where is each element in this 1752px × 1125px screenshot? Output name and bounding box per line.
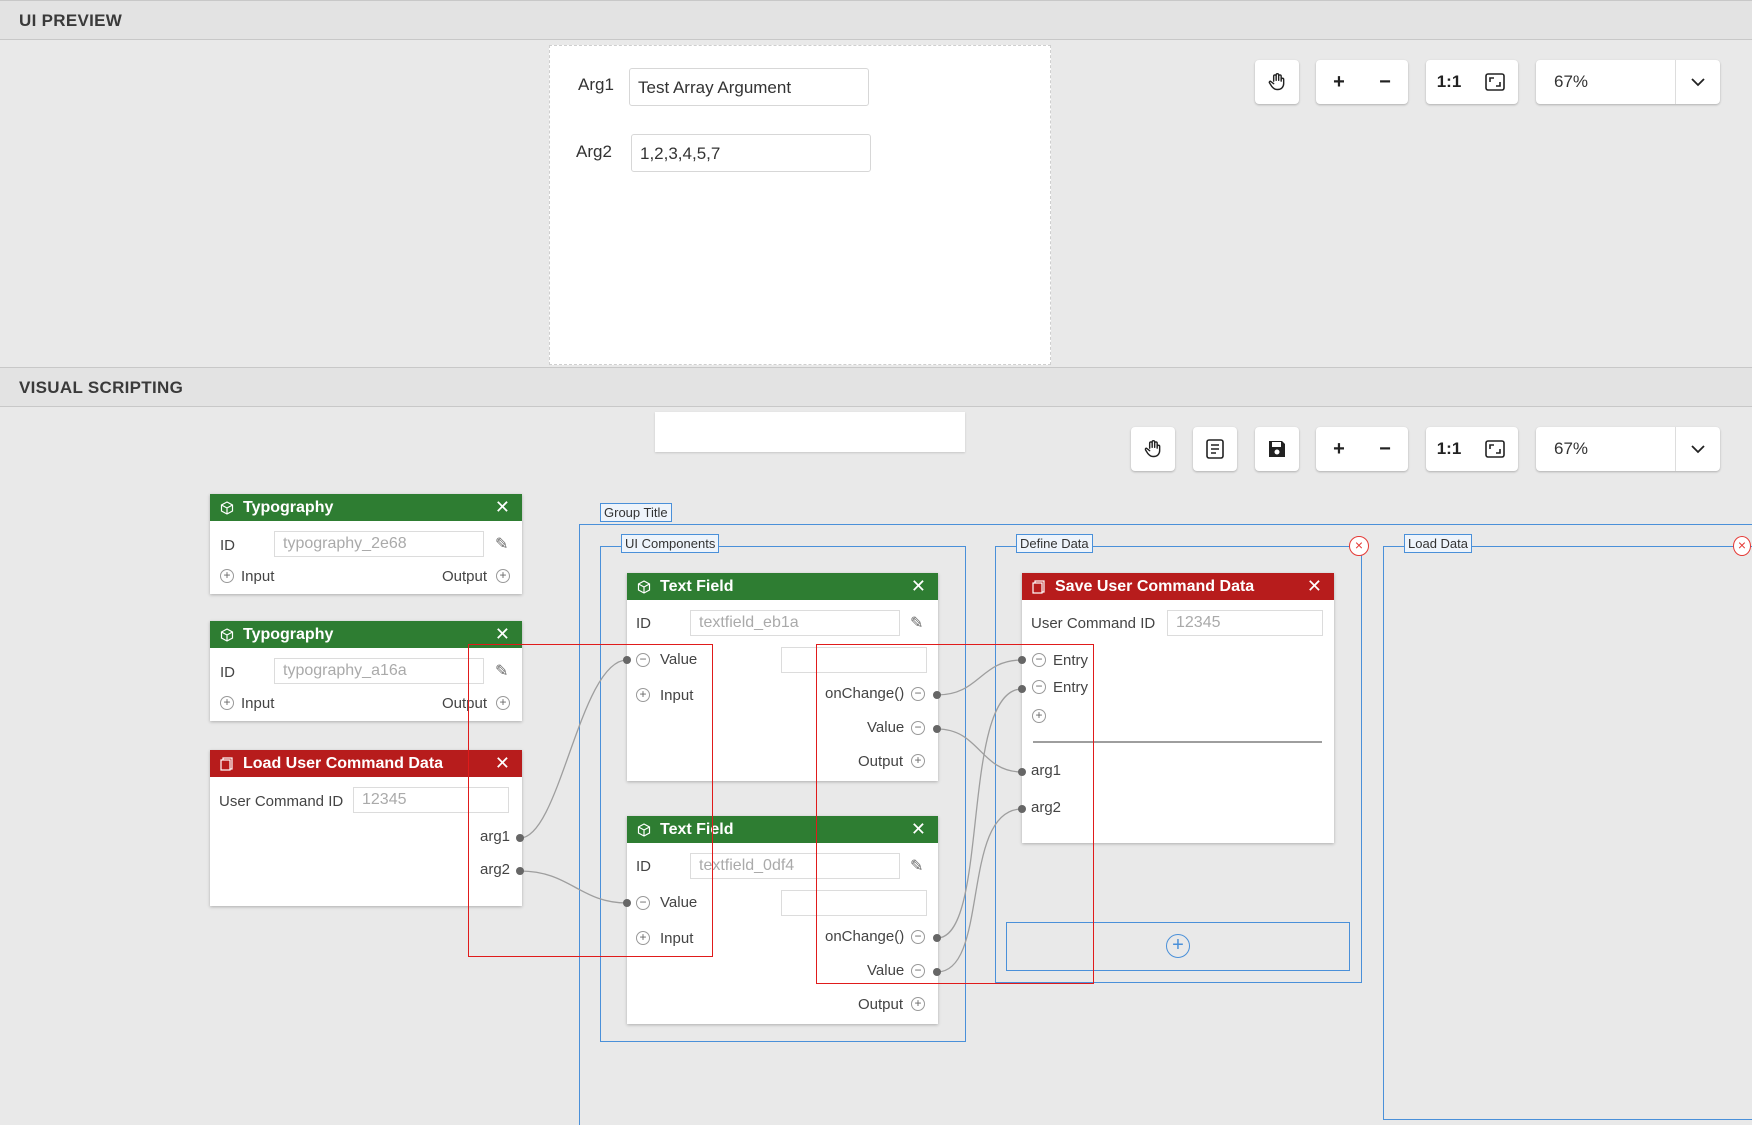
zoom-value: 67% <box>1554 439 1589 458</box>
id-label: ID <box>636 615 651 632</box>
zoom-out-button[interactable]: − <box>1362 427 1408 471</box>
text-field-node-header[interactable]: Text Field ✕ <box>627 573 938 600</box>
save-button[interactable] <box>1255 427 1299 471</box>
zoom-value: 67% <box>1554 72 1589 91</box>
preview-zoom-select[interactable]: 67% <box>1536 60 1720 104</box>
load-data-group[interactable] <box>1383 546 1752 1120</box>
preview-canvas: Arg1 Test Array Argument Arg2 1,2,3,4,5,… <box>549 45 1051 365</box>
hand-icon <box>1268 73 1285 91</box>
preview-view-buttons: 1:1 <box>1426 60 1518 104</box>
node-title: Typography <box>243 625 334 643</box>
group-title-tag[interactable]: Group Title <box>600 503 672 522</box>
ui-preview-title: UI PREVIEW <box>19 11 123 30</box>
fit-screen-icon <box>1485 440 1505 458</box>
id-label: ID <box>220 537 235 554</box>
close-icon[interactable]: ✕ <box>1307 576 1322 597</box>
highlight-box-left <box>468 644 713 957</box>
id-field[interactable]: textfield_eb1a <box>690 610 900 636</box>
cube-icon <box>637 579 651 594</box>
reset-zoom-button[interactable]: 1:1 <box>1426 427 1472 471</box>
add-plus-icon: + <box>1166 934 1190 958</box>
user-command-id-field[interactable]: 12345 <box>1167 610 1323 636</box>
node-palette[interactable] <box>655 412 965 452</box>
arg1-input[interactable]: Test Array Argument <box>629 68 869 106</box>
visual-scripting-title: VISUAL SCRIPTING <box>19 378 184 397</box>
scripting-zoom-select[interactable]: 67% <box>1536 427 1720 471</box>
save-node-header[interactable]: Save User Command Data ✕ <box>1022 573 1334 600</box>
typography-node-1[interactable]: Typography ✕ ID typography_2e68 ✎ + Inpu… <box>210 494 522 594</box>
id-field[interactable]: typography_a16a <box>274 658 484 684</box>
document-icon <box>1206 439 1224 459</box>
document-stack-icon <box>220 756 233 771</box>
cube-icon <box>220 500 234 515</box>
close-load-data-icon[interactable]: × <box>1733 536 1751 556</box>
input-plus-icon[interactable]: + <box>220 696 234 710</box>
typography-node-header[interactable]: Typography ✕ <box>210 494 522 521</box>
node-title: Load User Command Data <box>243 754 444 772</box>
zoom-out-button[interactable]: − <box>1362 60 1408 104</box>
close-icon[interactable]: ✕ <box>495 624 510 645</box>
input-port-label: Input <box>241 568 275 585</box>
output-port-label: Output <box>442 568 488 585</box>
arg2-label: Arg2 <box>576 142 612 161</box>
node-title: Text Field <box>660 577 734 595</box>
node-title: Typography <box>243 498 334 516</box>
save-icon <box>1269 441 1285 457</box>
pan-button[interactable] <box>1255 60 1299 104</box>
zoom-in-button[interactable]: + <box>1316 427 1362 471</box>
pencil-icon[interactable]: ✎ <box>910 613 923 633</box>
id-label: ID <box>220 664 235 681</box>
pan-button[interactable] <box>1131 427 1175 471</box>
chevron-down-icon[interactable] <box>1675 60 1720 104</box>
document-button[interactable] <box>1193 427 1237 471</box>
arg1-label: Arg1 <box>578 75 614 94</box>
pencil-icon[interactable]: ✎ <box>495 534 508 554</box>
reset-zoom-button[interactable]: 1:1 <box>1426 60 1472 104</box>
load-data-tag[interactable]: Load Data <box>1404 534 1472 553</box>
scripting-view-buttons: 1:1 <box>1426 427 1518 471</box>
document-stack-icon <box>1032 579 1045 594</box>
user-command-id-label: User Command ID <box>219 793 344 810</box>
visual-scripting-header: VISUAL SCRIPTING <box>0 367 1752 407</box>
arg2-input[interactable]: 1,2,3,4,5,7 <box>631 134 871 172</box>
chevron-down-icon[interactable] <box>1675 427 1720 471</box>
input-plus-icon[interactable]: + <box>220 569 234 583</box>
define-data-tag[interactable]: Define Data <box>1016 534 1093 553</box>
close-define-data-icon[interactable]: × <box>1349 536 1369 556</box>
fit-screen-button[interactable] <box>1472 427 1518 471</box>
output-port-label: Output <box>858 996 904 1013</box>
id-field[interactable]: typography_2e68 <box>274 531 484 557</box>
zoom-in-button[interactable]: + <box>1316 60 1362 104</box>
user-command-id-label: User Command ID <box>1031 615 1156 632</box>
highlight-box-right <box>816 644 1094 984</box>
hand-icon <box>1144 440 1161 458</box>
close-icon[interactable]: ✕ <box>911 576 926 597</box>
fit-screen-button[interactable] <box>1472 60 1518 104</box>
fit-screen-icon <box>1485 73 1505 91</box>
node-title: Save User Command Data <box>1055 577 1255 595</box>
ui-preview-header: UI PREVIEW <box>0 0 1752 40</box>
ui-components-tag[interactable]: UI Components <box>621 534 720 553</box>
cube-icon <box>220 627 234 642</box>
scripting-zoom-buttons: + − <box>1316 427 1408 471</box>
preview-zoom-buttons: + − <box>1316 60 1408 104</box>
input-port-label: Input <box>241 695 275 712</box>
close-icon[interactable]: ✕ <box>495 497 510 518</box>
output-plus-icon[interactable]: + <box>911 997 925 1011</box>
output-plus-icon[interactable]: + <box>496 569 510 583</box>
